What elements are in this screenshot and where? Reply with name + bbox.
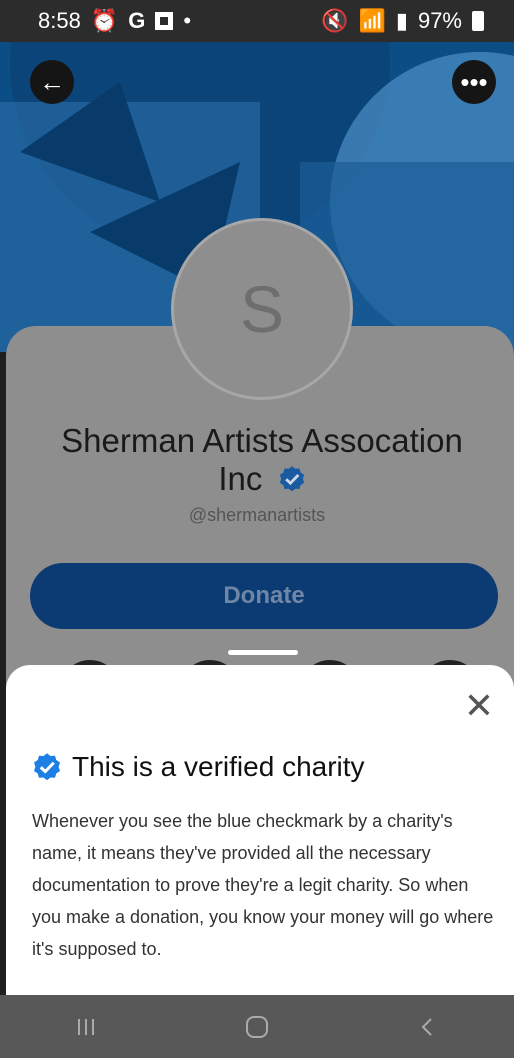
organization-name-line1: Sherman Artists Assocation — [61, 422, 463, 459]
arrow-left-icon: ← — [39, 66, 65, 97]
alarm-icon: ⏰ — [90, 8, 119, 33]
status-bar: 8:58 ⏰ G • 🔇 📶 ▮ 97% — [0, 0, 514, 42]
verified-badge-icon — [34, 753, 60, 781]
sheet-title: This is a verified charity — [72, 751, 365, 782]
verified-badge-icon — [279, 466, 304, 492]
battery-text: 97% — [417, 8, 462, 33]
sheet-grabber[interactable] — [228, 650, 298, 655]
more-horizontal-icon: ••• — [460, 66, 488, 97]
recents-icon — [77, 1018, 94, 1035]
status-left: 8:58 ⏰ G • — [38, 8, 191, 34]
sheet-body: Whenever you see the blue checkmark by a… — [32, 811, 494, 959]
system-nav-bar — [0, 995, 514, 1058]
sheet-title-row: This is a verified charity — [32, 751, 365, 783]
verified-info-sheet: ✕ This is a verified charity Whenever yo… — [6, 665, 514, 995]
signal-icon: ▮ — [395, 8, 408, 33]
organization-name: Sherman Artists Assocation Inc — [20, 422, 504, 498]
organization-name-line2-wrap: Inc — [20, 460, 504, 498]
google-g-icon: G — [128, 8, 146, 33]
organization-name-line2: Inc — [218, 460, 263, 497]
donate-button[interactable]: Donate — [30, 563, 498, 629]
battery-icon — [472, 11, 484, 31]
avatar-letter: S — [239, 272, 285, 346]
back-button[interactable]: ← — [30, 60, 74, 104]
organization-handle: @shermanartists — [188, 505, 326, 525]
back-nav-button[interactable] — [398, 1007, 458, 1047]
wifi-icon: 📶 — [358, 8, 386, 33]
flipboard-icon — [155, 12, 174, 30]
dot-icon: • — [183, 8, 192, 33]
close-icon: ✕ — [463, 685, 495, 726]
mute-icon: 🔇 — [321, 8, 349, 33]
status-time: 8:58 — [38, 8, 81, 33]
home-button[interactable] — [227, 1007, 287, 1047]
home-icon — [245, 1015, 268, 1038]
back-nav-icon — [421, 1017, 433, 1036]
close-button[interactable]: ✕ — [462, 688, 496, 724]
more-button[interactable]: ••• — [452, 60, 496, 104]
status-right: 🔇 📶 ▮ 97% — [321, 8, 484, 34]
avatar: S — [171, 218, 353, 400]
recents-button[interactable] — [56, 1007, 116, 1047]
